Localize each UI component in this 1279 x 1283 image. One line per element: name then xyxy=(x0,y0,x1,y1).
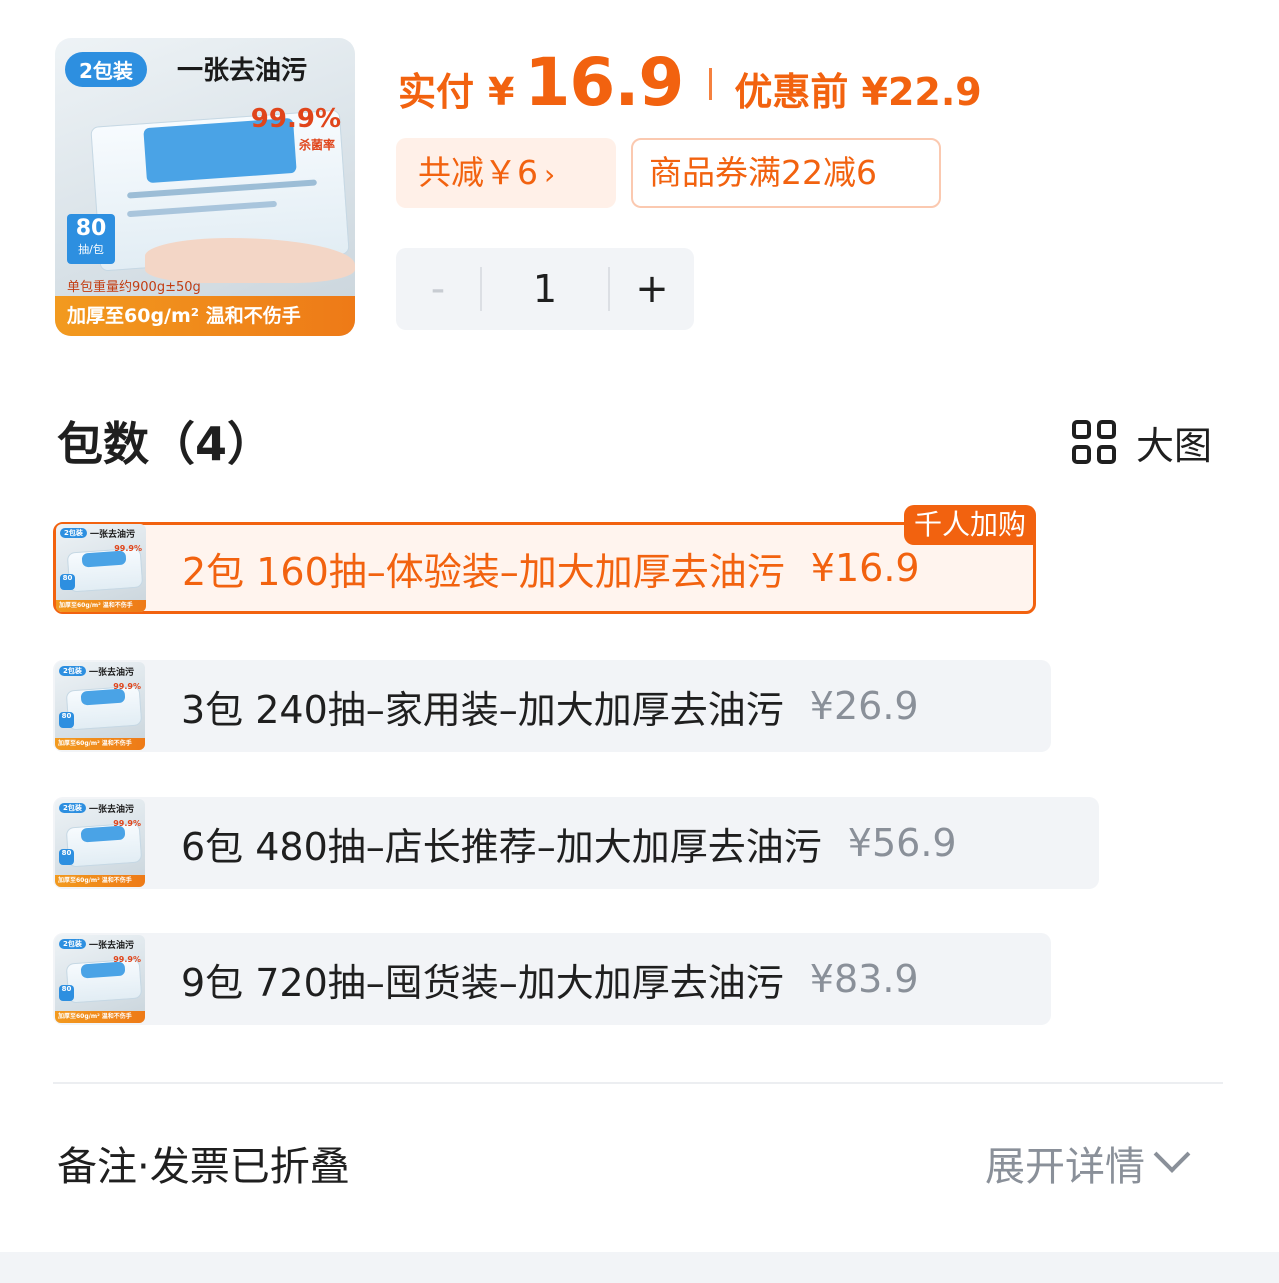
option-label: 3包 240抽–家用装–加大加厚去油污 xyxy=(181,687,784,732)
chevron-right-icon: › xyxy=(544,158,556,191)
quantity-value[interactable]: 1 xyxy=(482,267,608,311)
grid-view-icon xyxy=(1072,420,1116,464)
spec-option-6pack[interactable]: 2包装 一张去油污 99.9% 80 加厚至60g/m² 温和不伤手 6包 48… xyxy=(53,797,1099,889)
option-price: ¥16.9 xyxy=(810,546,920,590)
spec-option-3pack[interactable]: 2包装 一张去油污 99.9% 80 加厚至60g/m² 温和不伤手 3包 24… xyxy=(53,660,1051,752)
price-before-discount: 优惠前 ¥22.9 xyxy=(734,70,982,114)
spec-option-2pack[interactable]: 2包装 一张去油污 99.9% 80 加厚至60g/m² 温和不伤手 2包 16… xyxy=(53,505,1036,614)
big-view-label: 大图 xyxy=(1136,423,1213,468)
sterilization-rate: 99.9% xyxy=(250,104,341,134)
option-label: 6包 480抽–店长推荐–加大加厚去油污 xyxy=(181,824,822,869)
sheet-count-badge: 80 抽/包 xyxy=(67,214,115,264)
product-headline: 一张去油污 xyxy=(177,56,308,86)
quantity-stepper: - 1 + xyxy=(396,248,694,330)
currency-symbol: ¥ xyxy=(488,70,515,114)
option-price: ¥26.9 xyxy=(809,684,919,728)
product-image[interactable]: 2包装 一张去油污 99.9% 杀菌率 80 抽/包 单包重量约900g±50g… xyxy=(55,38,355,336)
total-discount-chip[interactable]: 共减￥6 › xyxy=(396,138,616,208)
option-thumbnail: 2包装 一张去油污 99.9% 80 加厚至60g/m² 温和不伤手 xyxy=(55,799,145,887)
image-bottom-banner: 加厚至60g/m² 温和不伤手 xyxy=(55,296,355,336)
option-label: 9包 720抽–囤货装–加大加厚去油污 xyxy=(181,960,784,1005)
increase-quantity-button[interactable]: + xyxy=(610,266,694,312)
option-price: ¥83.9 xyxy=(809,957,919,1001)
option-label: 2包 160抽–体验装–加大加厚去油污 xyxy=(182,549,785,594)
bottom-bar-edge xyxy=(0,1252,1279,1283)
price-separator xyxy=(709,68,713,100)
pack-weight: 单包重量约900g±50g xyxy=(67,280,201,295)
coupon-chip[interactable]: 商品券满22减6 xyxy=(631,138,941,208)
option-price: ¥56.9 xyxy=(847,821,957,865)
sterilization-rate-label: 杀菌率 xyxy=(298,138,335,152)
price-row: 实付 ¥ 16.9 优惠前 ¥22.9 xyxy=(398,44,982,124)
chevron-down-icon xyxy=(1153,1136,1191,1173)
paid-price: 16.9 xyxy=(524,44,684,121)
spec-section-title: 包数（4） xyxy=(57,417,274,471)
spec-option-9pack[interactable]: 2包装 一张去油污 99.9% 80 加厚至60g/m² 温和不伤手 9包 72… xyxy=(53,933,1051,1025)
section-divider xyxy=(53,1082,1223,1084)
decrease-quantity-button[interactable]: - xyxy=(396,266,480,312)
pack-count-badge: 2包装 xyxy=(65,52,147,87)
notes-invoice-collapsed-label: 备注·发票已折叠 xyxy=(57,1144,350,1190)
option-thumbnail: 2包装 一张去油污 99.9% 80 加厚至60g/m² 温和不伤手 xyxy=(56,524,146,612)
popular-tag: 千人加购 xyxy=(903,505,1036,545)
expand-details-button[interactable]: 展开详情 xyxy=(985,1134,1191,1192)
big-view-toggle[interactable]: 大图 xyxy=(1072,418,1212,468)
paid-label: 实付 xyxy=(398,70,475,114)
option-thumbnail: 2包装 一张去油污 99.9% 80 加厚至60g/m² 温和不伤手 xyxy=(55,935,145,1023)
option-thumbnail: 2包装 一张去油污 99.9% 80 加厚至60g/m² 温和不伤手 xyxy=(55,662,145,750)
